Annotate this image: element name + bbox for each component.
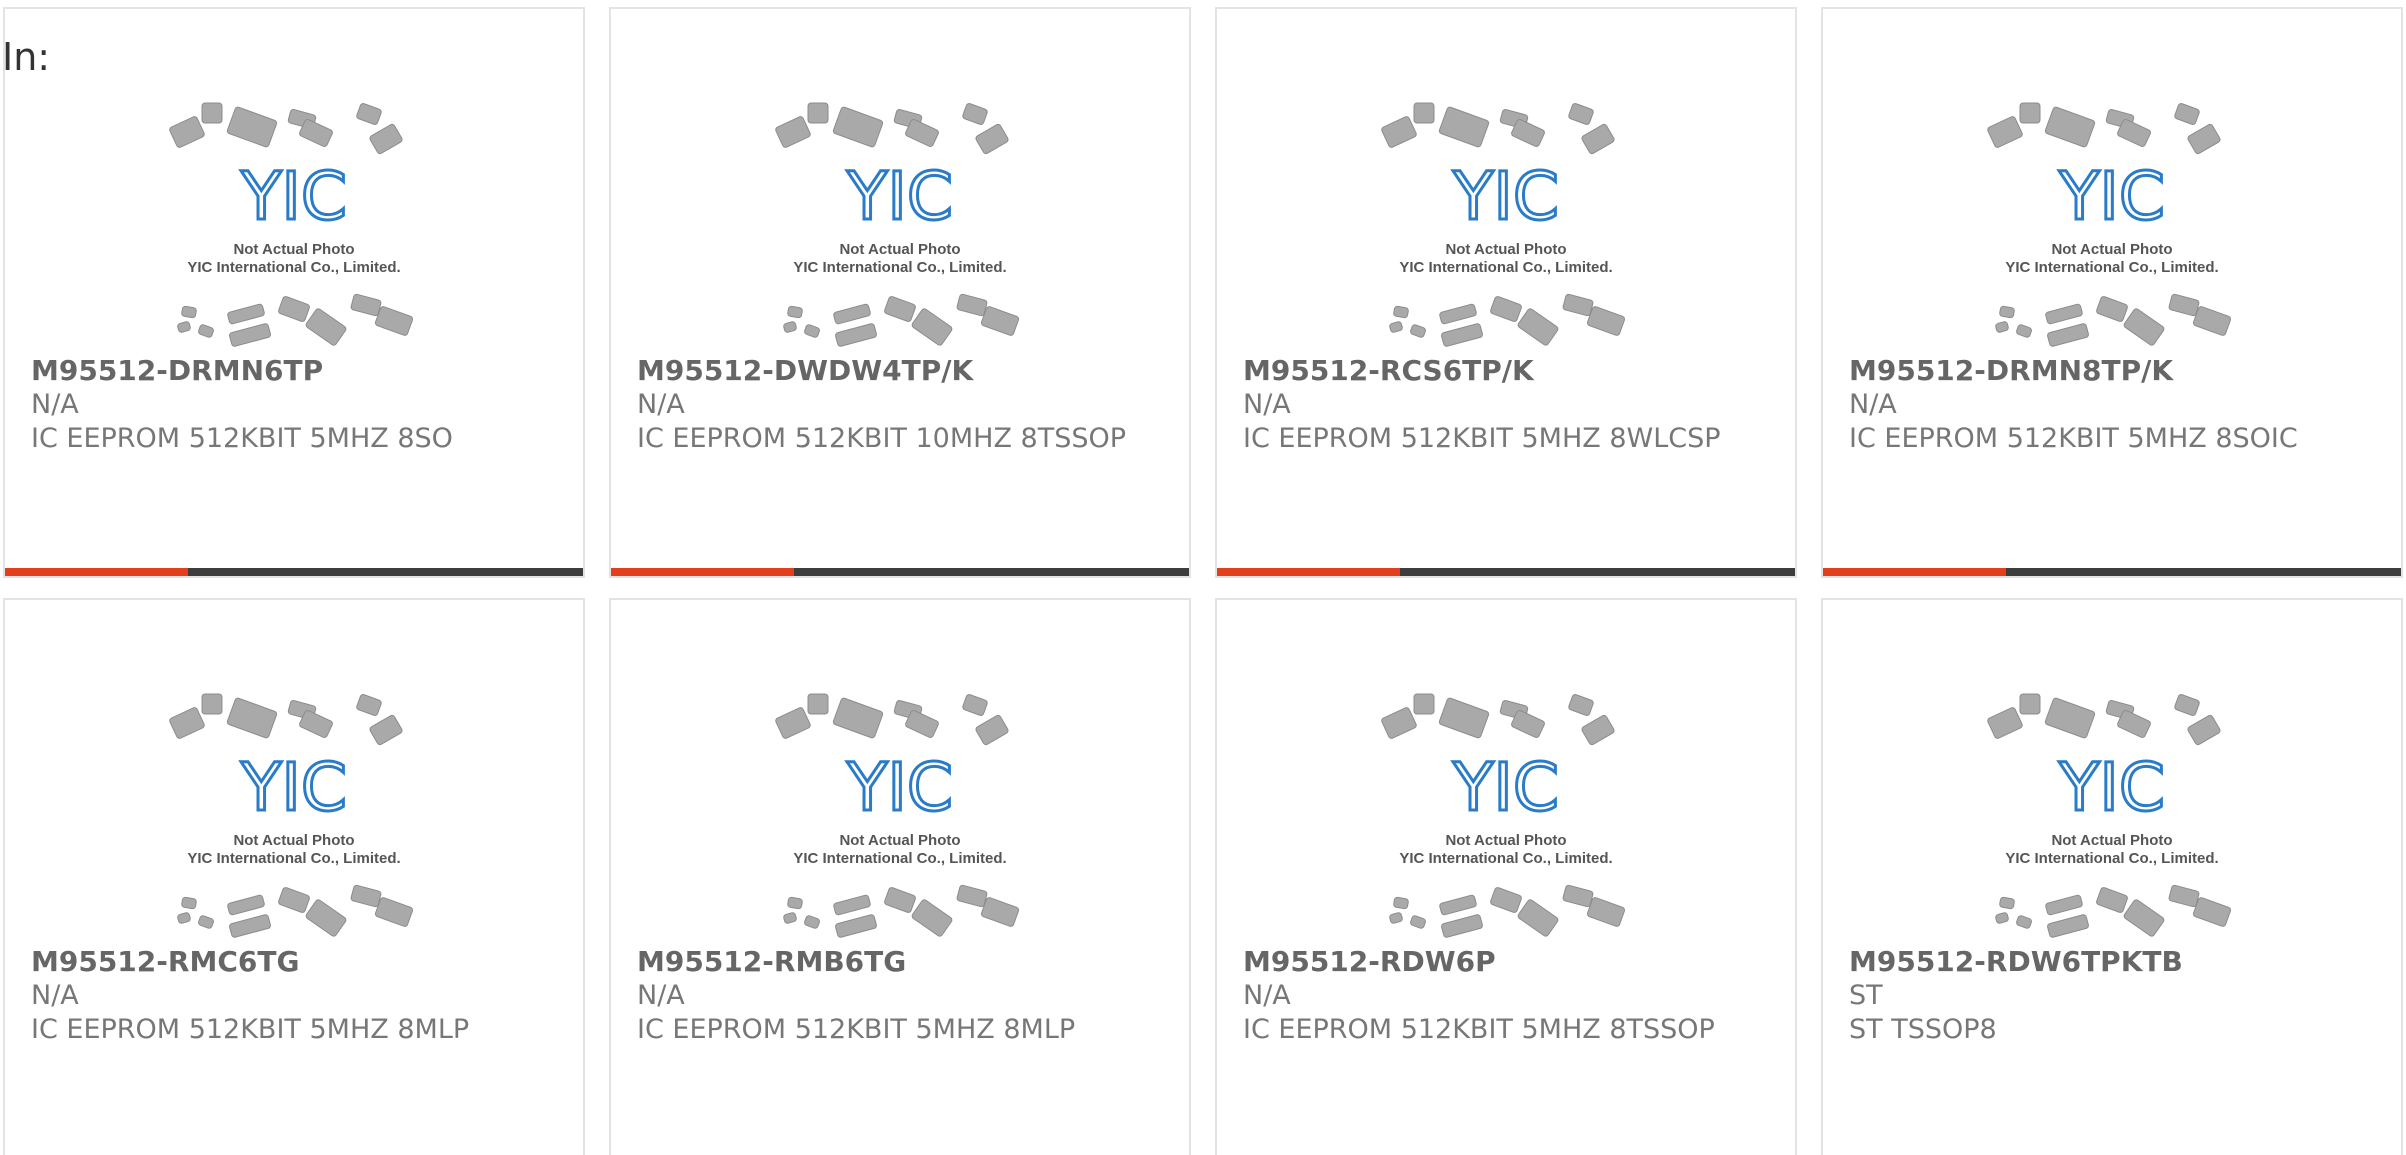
not-actual-photo-text: Not Actual Photo bbox=[2051, 241, 2172, 258]
product-info: M95512-RMB6TG N/A IC EEPROM 512KBIT 5MHZ… bbox=[637, 945, 1163, 1047]
yic-logo: YIC bbox=[2058, 749, 2165, 826]
placeholder-photo: YIC Not Actual Photo YIC International Co.… bbox=[611, 690, 1189, 940]
product-card[interactable]: YIC Not Actual Photo YIC International Co.… bbox=[3, 598, 585, 1155]
product-info: M95512-RCS6TP/K N/A IC EEPROM 512KBIT 5M… bbox=[1243, 354, 1769, 456]
product-name[interactable]: M95512-RDW6P bbox=[1243, 945, 1769, 979]
not-actual-photo-text: Not Actual Photo bbox=[233, 241, 354, 258]
product-manufacturer: N/A bbox=[637, 980, 685, 1011]
yic-logo: YIC bbox=[1452, 158, 1559, 235]
company-name-text: YIC International Co., Limited. bbox=[2005, 259, 2218, 276]
card-bar-accent bbox=[1217, 568, 1400, 576]
product-description: IC EEPROM 512KBIT 5MHZ 8MLP bbox=[637, 1014, 1076, 1045]
product-description: IC EEPROM 512KBIT 5MHZ 8SO bbox=[31, 423, 453, 454]
placeholder-photo: YIC Not Actual Photo YIC International Co.… bbox=[1217, 99, 1795, 349]
placeholder-photo: YIC Not Actual Photo YIC International Co.… bbox=[5, 690, 583, 940]
not-actual-photo-image: YIC Not Actual PhotoYIC International Co.… bbox=[1987, 102, 2232, 347]
product-card[interactable]: YIC Not Actual Photo YIC International Co.… bbox=[3, 7, 585, 578]
product-grid: YIC Not Actual Photo YIC International Co.… bbox=[3, 7, 2403, 1155]
not-actual-photo-image: YIC Not Actual PhotoYIC International Co.… bbox=[1987, 693, 2232, 938]
not-actual-photo-text: Not Actual Photo bbox=[1445, 832, 1566, 849]
product-card[interactable]: YIC Not Actual Photo YIC International Co.… bbox=[1821, 7, 2403, 578]
card-bottom-bar bbox=[611, 568, 1189, 576]
company-name-text: YIC International Co., Limited. bbox=[1399, 850, 1612, 867]
product-description: IC EEPROM 512KBIT 5MHZ 8MLP bbox=[31, 1014, 470, 1045]
product-name[interactable]: M95512-RMC6TG bbox=[31, 945, 557, 979]
not-actual-photo-text: Not Actual Photo bbox=[839, 241, 960, 258]
product-info: M95512-RMC6TG N/A IC EEPROM 512KBIT 5MHZ… bbox=[31, 945, 557, 1047]
yic-logo: YIC bbox=[846, 749, 953, 826]
product-name[interactable]: M95512-DWDW4TP/K bbox=[637, 354, 1163, 388]
not-actual-photo-text: Not Actual Photo bbox=[2051, 832, 2172, 849]
not-actual-photo-image: YIC Not Actual PhotoYIC International Co.… bbox=[775, 102, 1020, 347]
not-actual-photo-text: Not Actual Photo bbox=[1445, 241, 1566, 258]
product-name[interactable]: M95512-RCS6TP/K bbox=[1243, 354, 1769, 388]
product-card[interactable]: YIC Not Actual Photo YIC International Co.… bbox=[1215, 7, 1797, 578]
company-name-text: YIC International Co., Limited. bbox=[187, 259, 400, 276]
company-name-text: YIC International Co., Limited. bbox=[793, 850, 1006, 867]
product-description: ST TSSOP8 bbox=[1849, 1014, 1997, 1045]
product-name[interactable]: M95512-DRMN6TP bbox=[31, 354, 557, 388]
not-actual-photo-image: YIC Not Actual PhotoYIC International Co.… bbox=[1381, 693, 1626, 938]
card-bottom-bar bbox=[1217, 568, 1795, 576]
product-manufacturer: N/A bbox=[1849, 389, 1897, 420]
card-bar-accent bbox=[611, 568, 794, 576]
card-bottom-bar bbox=[5, 568, 583, 576]
not-actual-photo-text: Not Actual Photo bbox=[839, 832, 960, 849]
placeholder-photo: YIC Not Actual Photo YIC International Co.… bbox=[5, 99, 583, 349]
product-manufacturer: N/A bbox=[31, 980, 79, 1011]
product-manufacturer: N/A bbox=[637, 389, 685, 420]
product-info: M95512-DWDW4TP/K N/A IC EEPROM 512KBIT 1… bbox=[637, 354, 1163, 456]
not-actual-photo-image: YIC Not Actual PhotoYIC International Co.… bbox=[169, 102, 414, 347]
placeholder-photo: YIC Not Actual Photo YIC International Co.… bbox=[611, 99, 1189, 349]
product-description: IC EEPROM 512KBIT 10MHZ 8TSSOP bbox=[637, 423, 1127, 454]
product-card[interactable]: YIC Not Actual Photo YIC International Co.… bbox=[1215, 598, 1797, 1155]
not-actual-photo-image: YIC Not Actual PhotoYIC International Co.… bbox=[169, 693, 414, 938]
card-bottom-bar bbox=[1823, 568, 2401, 576]
placeholder-photo: YIC Not Actual Photo YIC International Co.… bbox=[1217, 690, 1795, 940]
product-card[interactable]: YIC Not Actual Photo YIC International Co.… bbox=[1821, 598, 2403, 1155]
in-label: In: bbox=[2, 35, 51, 79]
product-manufacturer: N/A bbox=[1243, 389, 1291, 420]
product-description: IC EEPROM 512KBIT 5MHZ 8WLCSP bbox=[1243, 423, 1721, 454]
product-info: M95512-DRMN8TP/K N/A IC EEPROM 512KBIT 5… bbox=[1849, 354, 2375, 456]
product-manufacturer: N/A bbox=[1243, 980, 1291, 1011]
card-bar-accent bbox=[5, 568, 188, 576]
yic-logo: YIC bbox=[846, 158, 953, 235]
yic-logo: YIC bbox=[240, 158, 347, 235]
company-name-text: YIC International Co., Limited. bbox=[793, 259, 1006, 276]
yic-logo: YIC bbox=[1452, 749, 1559, 826]
product-grid-page: In: YIC Not Actual Photo YIC International… bbox=[0, 0, 2406, 1155]
product-card[interactable]: YIC Not Actual Photo YIC International Co.… bbox=[609, 7, 1191, 578]
company-name-text: YIC International Co., Limited. bbox=[187, 850, 400, 867]
product-name[interactable]: M95512-RMB6TG bbox=[637, 945, 1163, 979]
not-actual-photo-image: YIC Not Actual PhotoYIC International Co.… bbox=[1381, 102, 1626, 347]
product-info: M95512-RDW6TPKTB ST ST TSSOP8 bbox=[1849, 945, 2375, 1047]
yic-logo: YIC bbox=[2058, 158, 2165, 235]
company-name-text: YIC International Co., Limited. bbox=[1399, 259, 1612, 276]
product-name[interactable]: M95512-DRMN8TP/K bbox=[1849, 354, 2375, 388]
product-info: M95512-RDW6P N/A IC EEPROM 512KBIT 5MHZ … bbox=[1243, 945, 1769, 1047]
yic-logo: YIC bbox=[240, 749, 347, 826]
not-actual-photo-image: YIC Not Actual PhotoYIC International Co.… bbox=[775, 693, 1020, 938]
product-info: M95512-DRMN6TP N/A IC EEPROM 512KBIT 5MH… bbox=[31, 354, 557, 456]
company-name-text: YIC International Co., Limited. bbox=[2005, 850, 2218, 867]
placeholder-photo: YIC Not Actual Photo YIC International Co.… bbox=[1823, 99, 2401, 349]
product-manufacturer: N/A bbox=[31, 389, 79, 420]
product-manufacturer: ST bbox=[1849, 980, 1883, 1011]
not-actual-photo-text: Not Actual Photo bbox=[233, 832, 354, 849]
placeholder-photo: YIC Not Actual Photo YIC International Co.… bbox=[1823, 690, 2401, 940]
product-description: IC EEPROM 512KBIT 5MHZ 8SOIC bbox=[1849, 423, 2298, 454]
product-card[interactable]: YIC Not Actual Photo YIC International Co.… bbox=[609, 598, 1191, 1155]
product-name[interactable]: M95512-RDW6TPKTB bbox=[1849, 945, 2375, 979]
product-description: IC EEPROM 512KBIT 5MHZ 8TSSOP bbox=[1243, 1014, 1715, 1045]
card-bar-accent bbox=[1823, 568, 2006, 576]
